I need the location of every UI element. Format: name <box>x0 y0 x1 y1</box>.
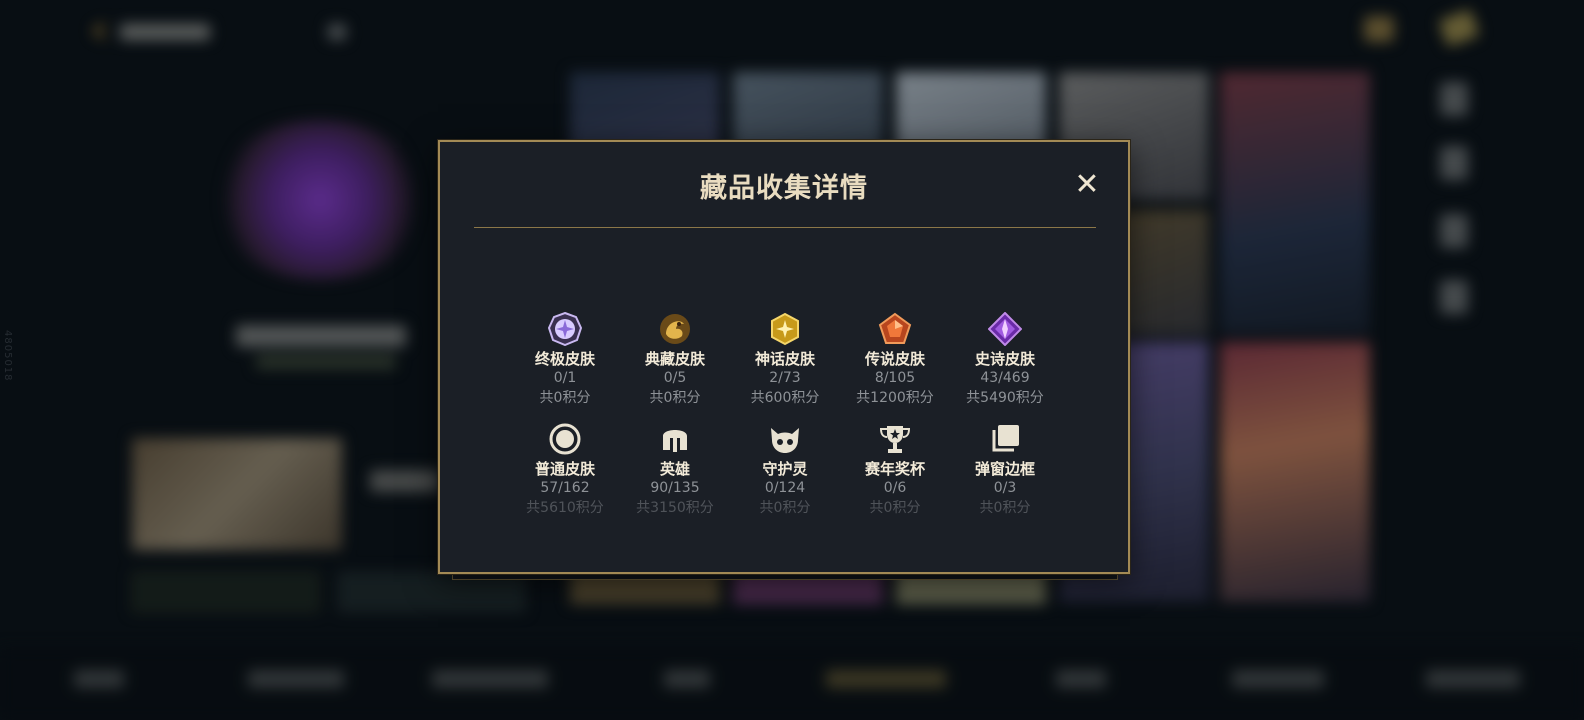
normal-skin-icon <box>549 423 581 455</box>
collection-grid: 终极皮肤 0/1 共0积分 典藏皮肤 0/5 共0积分 神话皮肤 2/73 共6… <box>510 312 1070 532</box>
ultimate-skin-icon <box>548 312 582 346</box>
collection-row: 普通皮肤 57/162 共5610积分 英雄 90/135 共3150积分 守护… <box>510 422 1070 532</box>
collection-item-hero[interactable]: 英雄 90/135 共3150积分 <box>620 422 730 518</box>
collection-item-guardian[interactable]: 守护灵 0/124 共0积分 <box>730 422 840 518</box>
collection-item-popup-frame[interactable]: 弹窗边框 0/3 共0积分 <box>950 422 1060 518</box>
title-divider <box>474 227 1096 228</box>
collection-item-ultimate[interactable]: 终极皮肤 0/1 共0积分 <box>510 312 620 408</box>
close-button[interactable]: ✕ <box>1070 168 1104 202</box>
legendary-skin-icon <box>878 312 912 344</box>
guardian-spirit-icon <box>771 428 799 453</box>
treasure-skin-icon <box>660 314 690 344</box>
collection-item-trophy[interactable]: 赛年奖杯 0/6 共0积分 <box>840 422 950 518</box>
popup-frame-icon <box>992 425 1019 452</box>
collection-item-legendary[interactable]: 传说皮肤 8/105 共1200积分 <box>840 312 950 408</box>
collection-row: 终极皮肤 0/1 共0积分 典藏皮肤 0/5 共0积分 神话皮肤 2/73 共6… <box>510 312 1070 422</box>
hero-helmet-icon <box>663 430 687 452</box>
collection-item-mythic[interactable]: 神话皮肤 2/73 共600积分 <box>730 312 840 408</box>
collection-item-normal[interactable]: 普通皮肤 57/162 共5610积分 <box>510 422 620 518</box>
modal-base-plate <box>452 573 1118 580</box>
collection-item-epic[interactable]: 史诗皮肤 43/469 共5490积分 <box>950 312 1060 408</box>
mythic-skin-icon <box>771 312 799 346</box>
dialog-title: 藏品收集详情 <box>700 173 868 204</box>
collection-item-treasure[interactable]: 典藏皮肤 0/5 共0积分 <box>620 312 730 408</box>
screen: 4805018 藏品收集详情 ✕ 终极皮肤 0/1 共0积分 典藏皮肤 0/5 … <box>0 0 1584 720</box>
season-trophy-icon <box>879 426 911 453</box>
epic-skin-icon <box>988 312 1022 346</box>
collection-details-dialog: 藏品收集详情 ✕ 终极皮肤 0/1 共0积分 典藏皮肤 0/5 共0积分 神话皮… <box>438 140 1130 574</box>
